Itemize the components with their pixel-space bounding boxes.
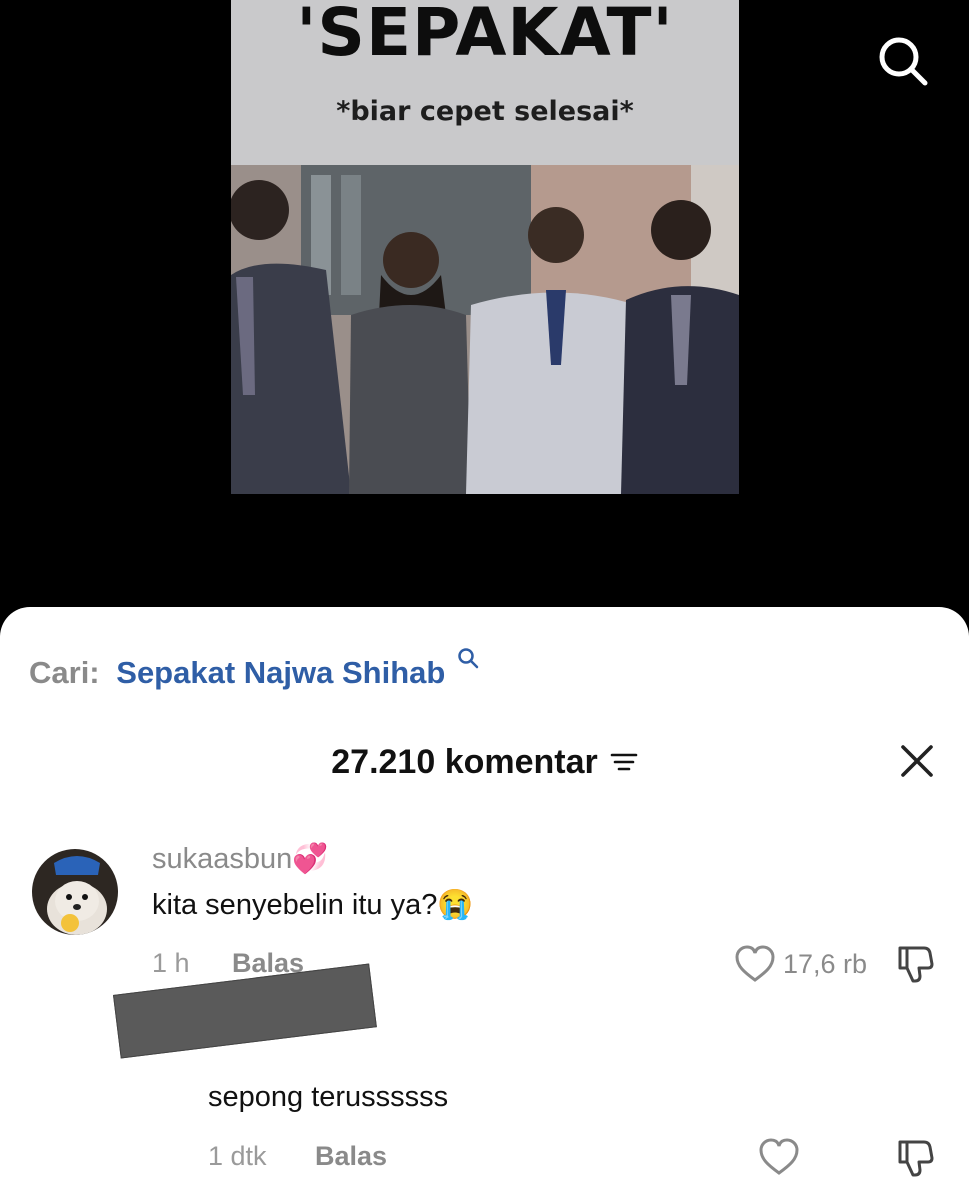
- heart-icon[interactable]: [734, 945, 776, 983]
- like-count: 17,6 rb: [783, 949, 868, 979]
- search-icon: [458, 648, 479, 669]
- search-icon[interactable]: [872, 30, 934, 92]
- comments-sheet: Cari: Sepakat Najwa Shihab 27.210 koment…: [0, 607, 969, 1200]
- comment-text: kita senyebelin itu ya?😭: [152, 889, 474, 921]
- comment-count: 27.210 komentar: [331, 742, 598, 781]
- reply-button[interactable]: Balas: [315, 1141, 387, 1172]
- meme-photo: [231, 165, 739, 494]
- comment-time: 1 dtk: [208, 1141, 267, 1171]
- comment-time: 1 h: [152, 948, 190, 978]
- comment-text: sepong terussssss: [208, 1081, 449, 1113]
- search-suggestion-query[interactable]: Sepakat Najwa Shihab: [116, 655, 445, 690]
- avatar[interactable]: [32, 849, 118, 935]
- heart-icon[interactable]: [758, 1138, 800, 1176]
- video-player[interactable]: 'SEPAKAT' *biar cepet selesai*: [0, 0, 969, 640]
- search-suggestion[interactable]: Cari: Sepakat Najwa Shihab: [29, 647, 479, 691]
- meme-title: 'SEPAKAT': [296, 0, 674, 71]
- filter-icon[interactable]: [610, 750, 638, 774]
- dislike-icon[interactable]: [894, 1136, 936, 1178]
- close-icon[interactable]: [898, 742, 936, 780]
- meme-caption-area: 'SEPAKAT' *biar cepet selesai*: [231, 0, 739, 165]
- comments-header: 27.210 komentar: [0, 737, 969, 787]
- video-frame: 'SEPAKAT' *biar cepet selesai*: [231, 0, 739, 494]
- dislike-icon[interactable]: [894, 942, 936, 984]
- meme-subtitle: *biar cepet selesai*: [336, 96, 634, 127]
- comment-username[interactable]: sukaasbun💞: [152, 842, 328, 876]
- search-suggestion-label: Cari:: [29, 655, 100, 690]
